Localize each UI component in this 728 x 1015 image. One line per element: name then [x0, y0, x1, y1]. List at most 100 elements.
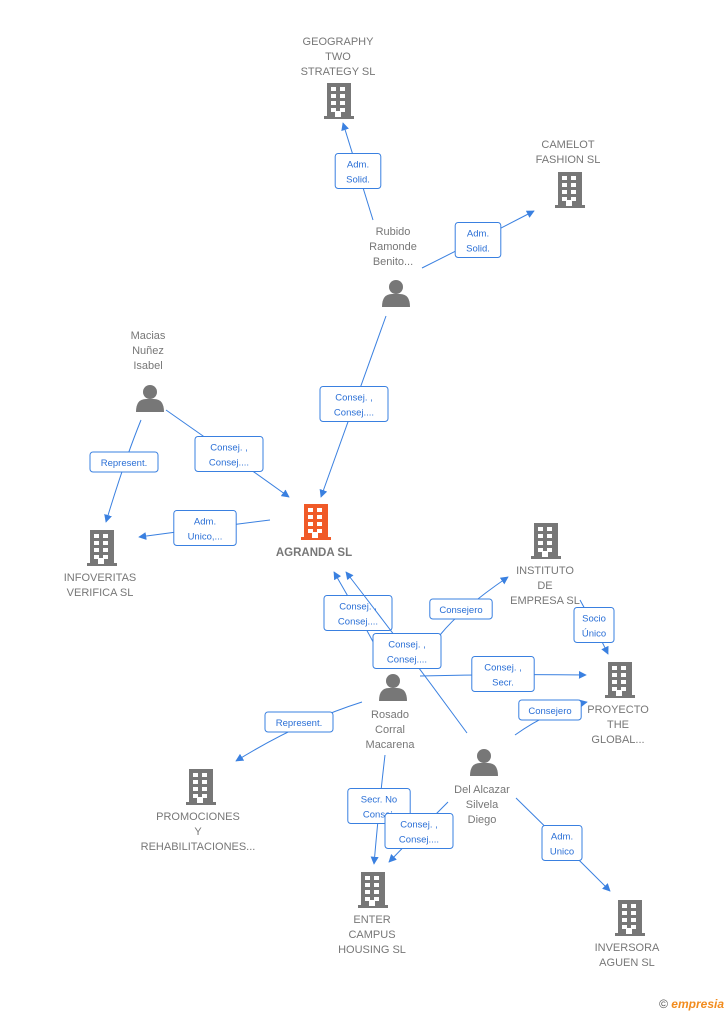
building-icon [358, 872, 388, 908]
person-icon [379, 674, 407, 701]
node-label: Benito... [373, 256, 413, 268]
node-enter[interactable]: ENTER CAMPUS HOUSING SL [338, 872, 406, 956]
edge-label-text: Adm. [551, 832, 573, 843]
brand-logo: empresia [671, 997, 724, 1011]
node-label: REHABILITACIONES... [141, 841, 256, 853]
node-inversora[interactable]: INVERSORA AGUEN SL [595, 900, 660, 969]
edge-label-text: Consej.... [209, 458, 249, 469]
node-label: INVERSORA [595, 942, 660, 954]
node-geography[interactable]: GEOGRAPHY TWO STRATEGY SL [301, 36, 376, 119]
node-label: PROYECTO [587, 704, 649, 716]
edge-label-text: Unico,... [188, 532, 223, 543]
edge-label-text: Consej. , [400, 820, 438, 831]
edge-label-text: Adm. [194, 517, 216, 528]
edge-label-text: Consej.... [387, 655, 427, 666]
node-macias[interactable]: Macias Nuñez Isabel [131, 330, 166, 412]
node-label: Diego [468, 814, 497, 826]
node-label: Macias [131, 330, 166, 342]
node-label: AGUEN SL [599, 957, 655, 969]
person-icon [136, 385, 164, 412]
node-label: Macarena [366, 739, 416, 751]
edge-macias-infoveritas[interactable]: Represent. [89, 419, 159, 523]
node-rosado[interactable]: Rosado Corral Macarena [366, 674, 416, 751]
node-camelot[interactable]: CAMELOT FASHION SL [536, 139, 601, 208]
edge-label-text: Adm. [467, 229, 489, 240]
person-icon [382, 280, 410, 307]
footer-brand[interactable]: © empresia [659, 997, 724, 1011]
edge-rosado-promociones[interactable]: Represent. [235, 701, 363, 762]
node-label: Rubido [376, 226, 411, 238]
building-icon [186, 769, 216, 805]
node-label: Isabel [133, 360, 162, 372]
edge-label-text: Consej.... [334, 408, 374, 419]
edge-label-text: Socio [582, 614, 606, 625]
edge-agranda-infoveritas[interactable]: Adm. Unico,... [138, 510, 271, 546]
building-icon [555, 172, 585, 208]
node-label: Silvela [466, 799, 499, 811]
node-rubido[interactable]: Rubido Ramonde Benito... [369, 226, 417, 307]
copyright-symbol: © [659, 997, 668, 1011]
node-label: PROMOCIONES [156, 811, 240, 823]
node-label: CAMELOT [541, 139, 594, 151]
building-icon [301, 504, 331, 540]
node-promociones[interactable]: PROMOCIONES Y REHABILITACIONES... [141, 769, 256, 853]
edge-label-text: Consej.... [399, 835, 439, 846]
node-label: AGRANDA SL [276, 547, 352, 559]
edge-label-text: Consej. , [339, 602, 377, 613]
node-label: VERIFICA SL [67, 587, 134, 599]
person-icon [470, 749, 498, 776]
edge-label-text: Represent. [101, 458, 147, 469]
node-label: THE [607, 719, 629, 731]
edge-rubido-camelot[interactable]: Adm. Solid. [421, 210, 535, 269]
edge-label-text: Único [582, 629, 606, 640]
building-icon [531, 523, 561, 559]
node-label: TWO [325, 51, 351, 63]
node-label: ENTER [353, 914, 390, 926]
node-label: Corral [375, 724, 405, 736]
edge-label-text: Consej. , [484, 663, 522, 674]
edge-label-text: Consejero [528, 706, 571, 717]
edge-label-text: Unico [550, 847, 574, 858]
edge-rubido-agranda[interactable]: Consej. , Consej.... [319, 315, 389, 498]
node-label: HOUSING SL [338, 944, 406, 956]
node-label: INSTITUTO [516, 565, 574, 577]
edge-label-text: Secr. [492, 678, 514, 689]
edge-delalcazar-proyecto[interactable]: Consejero [514, 699, 588, 736]
edge-rosado-proyecto[interactable]: Consej. , Secr. [419, 656, 587, 692]
building-icon [87, 530, 117, 566]
edge-label-text: Secr. No [361, 795, 397, 806]
node-label: STRATEGY SL [301, 66, 376, 78]
edge-label-text: Consej. , [210, 443, 248, 454]
node-label: FASHION SL [536, 154, 601, 166]
edge-label-text: Adm. [347, 160, 369, 171]
edge-delalcazar-inversora[interactable]: Adm. Unico [515, 797, 611, 892]
edge-instituto-proyecto[interactable]: Socio Único [573, 599, 615, 655]
edge-label-text: Consej. , [335, 393, 373, 404]
network-graph: Adm.Solid.Adm.Solid.Consej. ,Consej....C… [64, 36, 660, 969]
node-label: GLOBAL... [591, 734, 644, 746]
node-label: DE [537, 580, 552, 592]
edge-label-text: Consej.... [338, 617, 378, 628]
edge-macias-agranda[interactable]: Consej. , Consej.... [165, 409, 290, 498]
node-label: Y [194, 826, 202, 838]
node-infoveritas[interactable]: INFOVERITAS VERIFICA SL [64, 530, 137, 599]
building-icon [324, 83, 354, 119]
building-icon [615, 900, 645, 936]
node-label: Ramonde [369, 241, 417, 253]
node-proyecto[interactable]: PROYECTO THE GLOBAL... [587, 662, 649, 746]
node-label: Del Alcazar [454, 784, 510, 796]
node-delalcazar[interactable]: Del Alcazar Silvela Diego [454, 749, 510, 826]
building-icon [605, 662, 635, 698]
edge-label-text: Consej. , [388, 640, 426, 651]
node-label: INFOVERITAS [64, 572, 137, 584]
edge-label-text: Represent. [276, 718, 322, 729]
node-instituto[interactable]: INSTITUTO DE EMPRESA SL [510, 523, 580, 607]
node-label: EMPRESA SL [510, 595, 580, 607]
edge-label-text: Consejero [439, 605, 482, 616]
edge-rosado-instituto[interactable]: Consejero [429, 576, 509, 636]
node-label: Nuñez [132, 345, 164, 357]
edge-rubido-geography[interactable]: Adm. Solid. [334, 122, 382, 221]
edge-label-text: Solid. [346, 175, 370, 186]
node-agranda[interactable]: AGRANDA SL [276, 504, 352, 559]
node-label: GEOGRAPHY [303, 36, 375, 48]
